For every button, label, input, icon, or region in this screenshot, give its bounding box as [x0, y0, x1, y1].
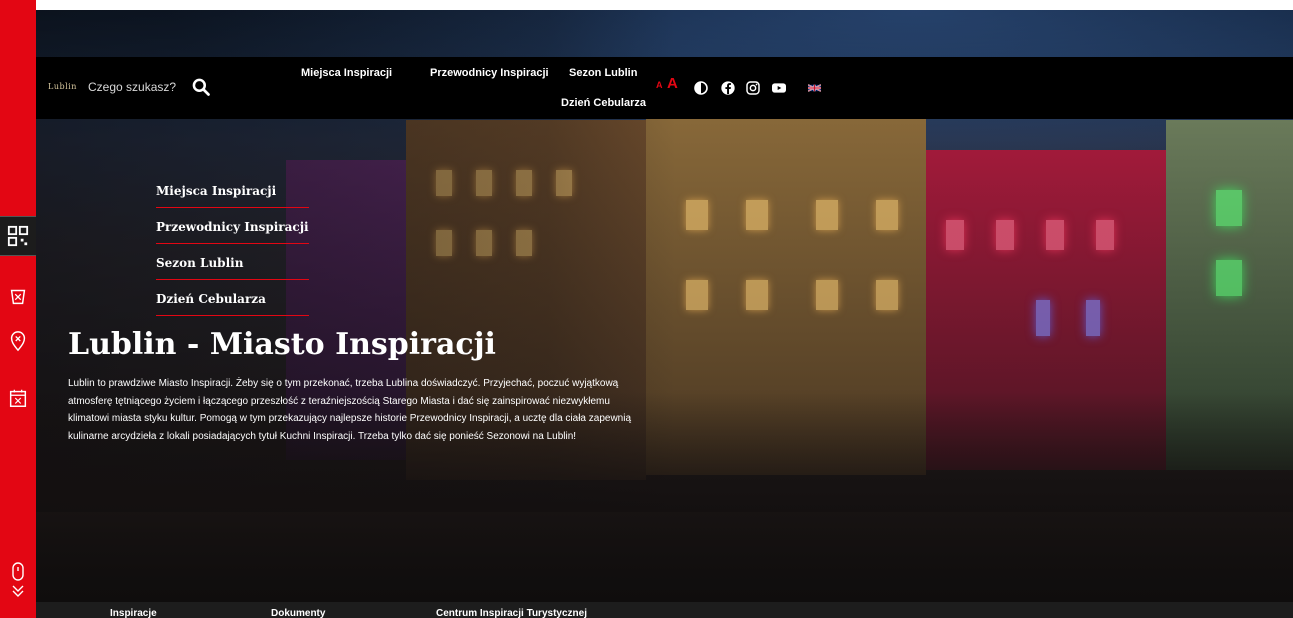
side-menu-item-dzien-cebularza[interactable]: Dzień Cebularza — [156, 288, 309, 316]
rail-map-button[interactable] — [0, 321, 36, 361]
nav-item-dzien-cebularza[interactable]: Dzień Cebularza — [561, 97, 646, 109]
footer-item-dokumenty[interactable]: Dokumenty — [271, 608, 325, 618]
nav-item-sezon[interactable]: Sezon Lublin — [569, 67, 637, 79]
footer-bar: Inspiracje Dokumenty Centrum Inspiracji … — [36, 602, 1293, 618]
side-menu-item-przewodnicy[interactable]: Przewodnicy Inspiracji — [156, 216, 309, 244]
window — [946, 220, 964, 250]
window — [686, 280, 708, 310]
rail-calendar-button[interactable] — [0, 378, 36, 418]
scroll-down-button[interactable] — [8, 562, 28, 598]
page: Lublin Czego szukasz? Miejsca Inspiracji… — [0, 0, 1293, 618]
rail-cebularz-button[interactable] — [0, 276, 36, 316]
search-icon[interactable] — [191, 77, 211, 97]
window — [1216, 260, 1242, 296]
search-input[interactable]: Czego szukasz? — [88, 80, 176, 94]
rail-qr-button[interactable] — [0, 216, 36, 256]
window — [746, 200, 768, 230]
window — [1036, 300, 1050, 336]
window — [1086, 300, 1100, 336]
nav-item-przewodnicy[interactable]: Przewodnicy Inspiracji — [430, 67, 549, 79]
side-menu-item-sezon[interactable]: Sezon Lublin — [156, 252, 309, 280]
window — [686, 200, 708, 230]
font-size-toggle[interactable]: A A — [656, 75, 678, 93]
side-menu-item-miejsca[interactable]: Miejsca Inspiracji — [156, 180, 309, 208]
window — [1046, 220, 1064, 250]
facebook-icon[interactable] — [720, 80, 736, 96]
youtube-icon[interactable] — [771, 80, 787, 96]
instagram-icon[interactable] — [745, 80, 761, 96]
page-title: Lublin - Miasto Inspiracji — [68, 327, 496, 362]
site-logo[interactable]: Lublin — [48, 82, 84, 92]
hero-description: Lublin to prawdziwe Miasto Inspiracji. Ż… — [68, 378, 632, 442]
font-size-small[interactable]: A — [656, 80, 663, 90]
window — [816, 280, 838, 310]
window — [876, 200, 898, 230]
cebularz-icon — [10, 289, 26, 305]
footer-item-inspiracje[interactable]: Inspiracje — [110, 608, 157, 618]
qr-code-icon — [7, 225, 29, 247]
font-size-big[interactable]: A — [667, 75, 678, 92]
window — [816, 200, 838, 230]
window — [876, 280, 898, 310]
window — [996, 220, 1014, 250]
left-rail — [0, 0, 36, 618]
map-pin-icon — [10, 331, 26, 352]
contrast-icon[interactable] — [693, 80, 709, 96]
top-navbar: Lublin Czego szukasz? Miejsca Inspiracji… — [36, 57, 1293, 119]
nav-item-miejsca[interactable]: Miejsca Inspiracji — [301, 67, 392, 79]
side-menu: Miejsca Inspiracji Przewodnicy Inspiracj… — [156, 180, 309, 324]
window — [1216, 190, 1242, 226]
window — [1096, 220, 1114, 250]
uk-flag-icon[interactable] — [808, 84, 821, 92]
calendar-icon — [9, 389, 27, 407]
window — [746, 280, 768, 310]
scroll-down-icon — [12, 562, 24, 597]
footer-item-centrum[interactable]: Centrum Inspiracji Turystycznej — [436, 608, 587, 618]
